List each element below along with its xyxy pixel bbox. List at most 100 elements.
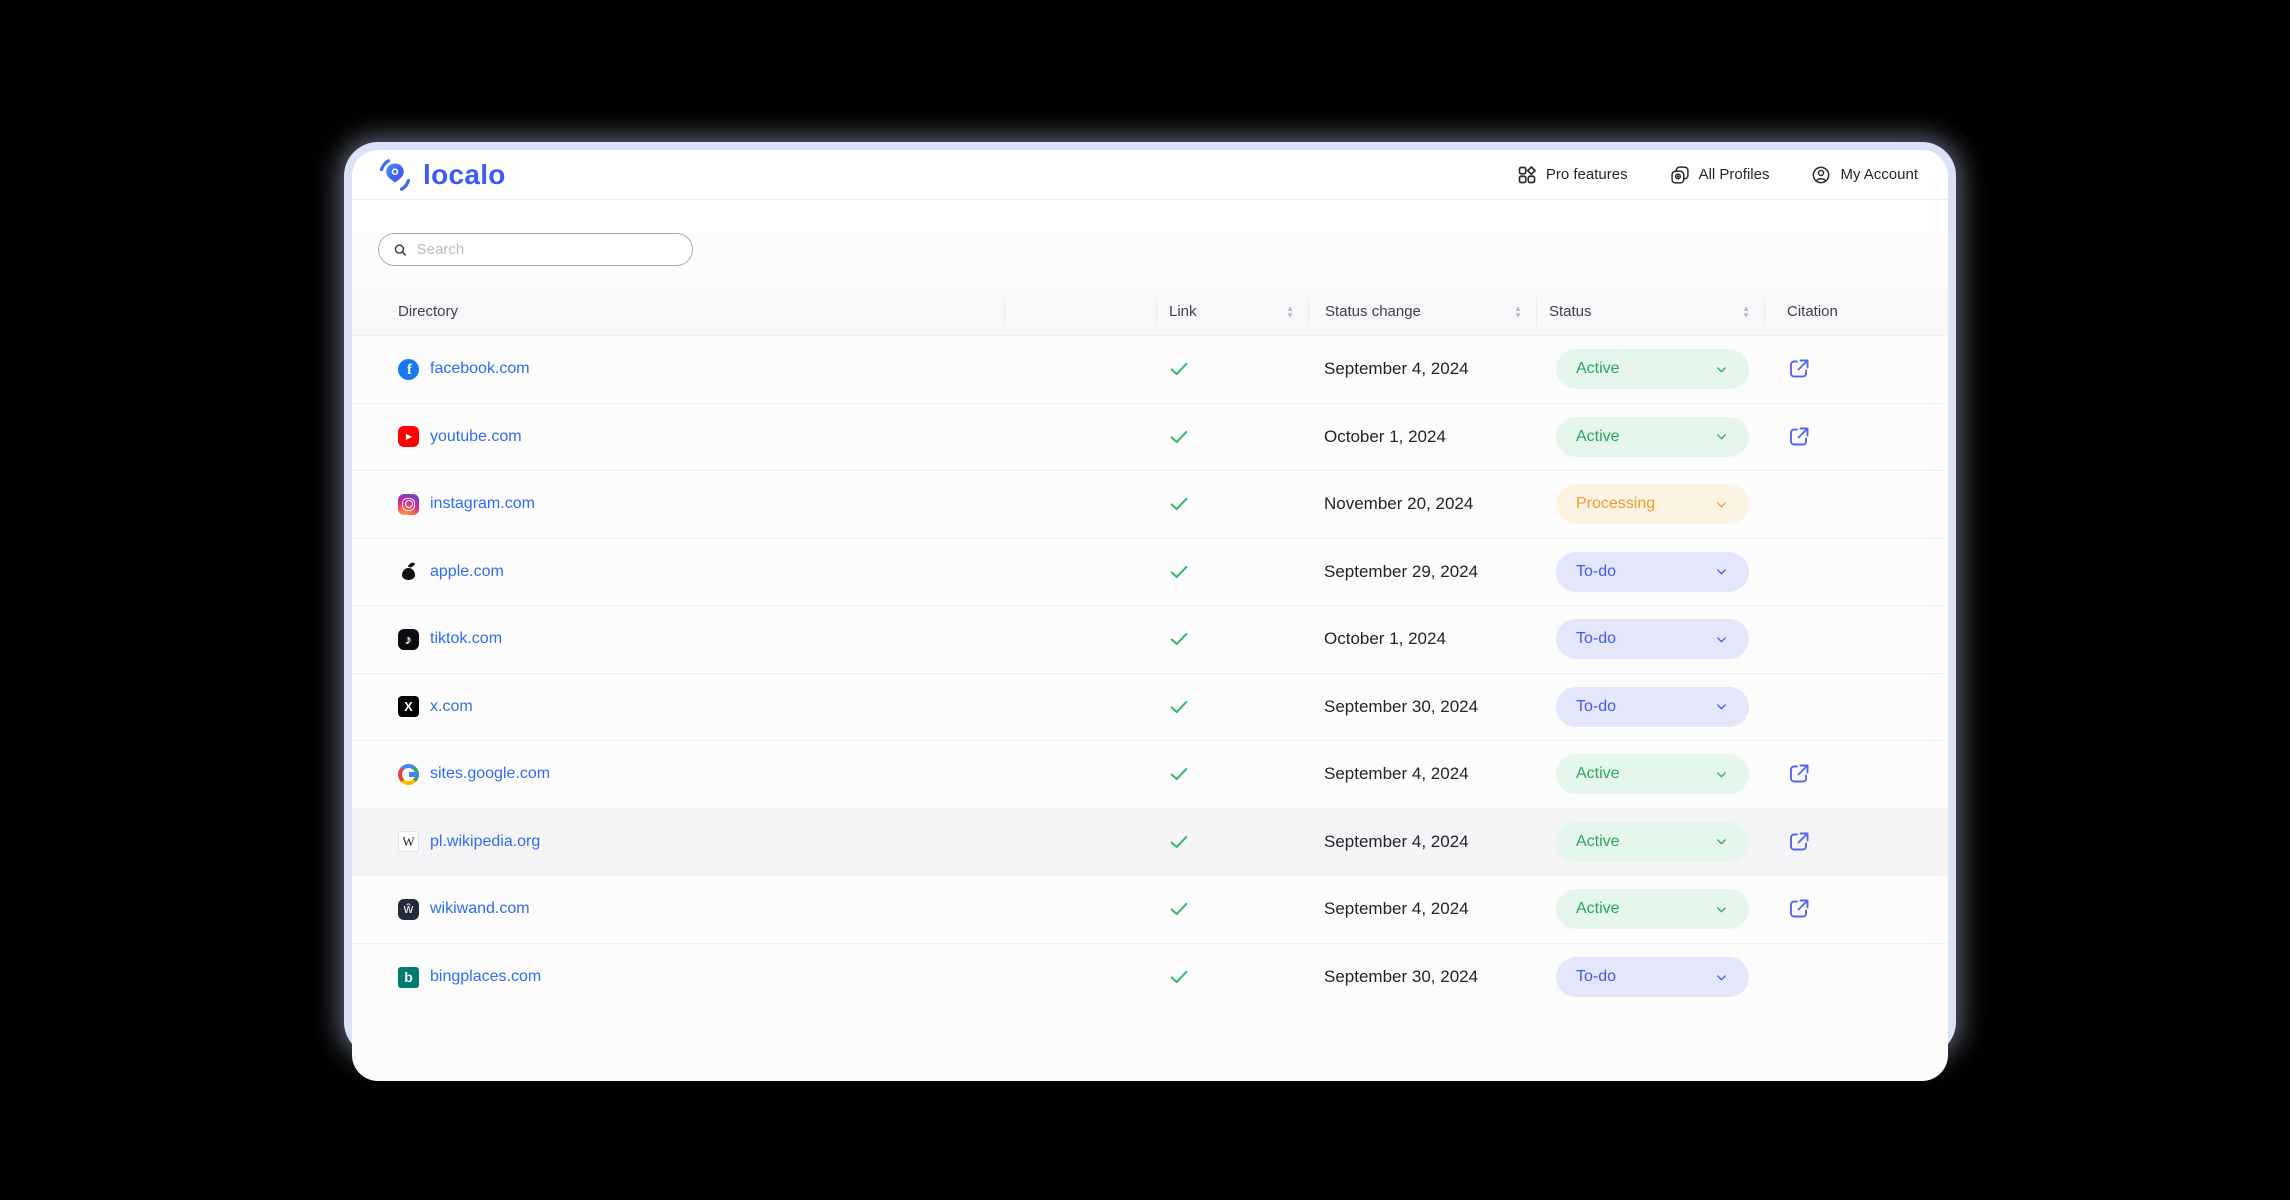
status-label: Active: [1576, 900, 1620, 918]
sort-arrows-icon[interactable]: ▲▼: [1742, 305, 1750, 319]
grid-icon: [1517, 165, 1537, 185]
status-label: Processing: [1576, 495, 1655, 513]
directory-link[interactable]: facebook.com: [430, 360, 530, 378]
status-label: Active: [1576, 360, 1620, 378]
localo-pin-icon: [376, 156, 414, 194]
table-row: instagram.com November 20, 2024 Processi…: [352, 471, 1948, 539]
facebook-icon: [398, 359, 419, 380]
x-icon: [398, 696, 419, 717]
column-status[interactable]: Status ▲▼: [1536, 298, 1764, 326]
status-dropdown[interactable]: To-do: [1556, 552, 1749, 592]
wikiwand-icon: [398, 899, 419, 920]
search-box[interactable]: [378, 233, 693, 266]
profiles-pin-icon: [1670, 165, 1690, 185]
brand-name: localo: [423, 159, 506, 191]
directory-link[interactable]: wikiwand.com: [430, 900, 530, 918]
top-bar: localo Pro features All Prof: [352, 150, 1948, 200]
nav-my-account[interactable]: My Account: [1811, 165, 1918, 185]
status-dropdown[interactable]: To-do: [1556, 687, 1749, 727]
nav-all-profiles[interactable]: All Profiles: [1670, 165, 1770, 185]
column-spacer: [1004, 298, 1156, 326]
top-nav: Pro features All Profiles My Account: [1517, 165, 1918, 185]
table-row: sites.google.com September 4, 2024 Activ…: [352, 741, 1948, 809]
citation-link-button[interactable]: [1786, 761, 1812, 787]
status-change-date: October 1, 2024: [1324, 629, 1446, 649]
chevron-down-icon: [1714, 497, 1729, 512]
table-row: facebook.com September 4, 2024 Active: [352, 336, 1948, 404]
check-icon: [1168, 358, 1190, 380]
directory-link[interactable]: youtube.com: [430, 428, 522, 446]
status-label: To-do: [1576, 630, 1616, 648]
nav-label: All Profiles: [1699, 166, 1770, 183]
status-label: Active: [1576, 428, 1620, 446]
check-icon: [1168, 763, 1190, 785]
table-body: facebook.com September 4, 2024 Active: [352, 336, 1948, 1011]
table-row: apple.com September 29, 2024 To-do: [352, 539, 1948, 607]
status-dropdown[interactable]: Processing: [1556, 484, 1749, 524]
status-dropdown[interactable]: To-do: [1556, 957, 1749, 997]
directory-link[interactable]: instagram.com: [430, 495, 535, 513]
sort-arrows-icon[interactable]: ▲▼: [1514, 305, 1522, 319]
status-change-date: September 4, 2024: [1324, 899, 1469, 919]
tiktok-icon: [398, 629, 419, 650]
directory-link[interactable]: tiktok.com: [430, 630, 502, 648]
table-header: Directory Link ▲▼ Status change ▲▼ Statu…: [352, 288, 1948, 336]
status-change-date: September 30, 2024: [1324, 697, 1478, 717]
check-icon: [1168, 966, 1190, 988]
external-link-icon: [1787, 762, 1811, 786]
chevron-down-icon: [1714, 362, 1729, 377]
youtube-icon: [398, 426, 419, 447]
directories-table: Directory Link ▲▼ Status change ▲▼ Statu…: [352, 288, 1948, 1011]
status-label: To-do: [1576, 698, 1616, 716]
status-dropdown[interactable]: Active: [1556, 754, 1749, 794]
citation-link-button[interactable]: [1786, 356, 1812, 382]
status-change-date: September 4, 2024: [1324, 764, 1469, 784]
check-icon: [1168, 628, 1190, 650]
check-icon: [1168, 493, 1190, 515]
citation-link-button[interactable]: [1786, 896, 1812, 922]
table-row: x.com September 30, 2024 To-do: [352, 674, 1948, 742]
status-dropdown[interactable]: Active: [1556, 889, 1749, 929]
directory-link[interactable]: sites.google.com: [430, 765, 550, 783]
chevron-down-icon: [1714, 429, 1729, 444]
status-change-date: September 29, 2024: [1324, 562, 1478, 582]
status-dropdown[interactable]: Active: [1556, 417, 1749, 457]
check-icon: [1168, 898, 1190, 920]
directory-link[interactable]: bingplaces.com: [430, 968, 541, 986]
table-row: bingplaces.com September 30, 2024 To-do: [352, 944, 1948, 1012]
table-row: youtube.com October 1, 2024 Active: [352, 404, 1948, 472]
sort-arrows-icon[interactable]: ▲▼: [1286, 305, 1294, 319]
citation-link-button[interactable]: [1786, 424, 1812, 450]
nav-pro-features[interactable]: Pro features: [1517, 165, 1628, 185]
citation-link-button[interactable]: [1786, 829, 1812, 855]
status-dropdown[interactable]: To-do: [1556, 619, 1749, 659]
search-input[interactable]: [417, 241, 678, 258]
table-row: tiktok.com October 1, 2024 To-do: [352, 606, 1948, 674]
status-dropdown[interactable]: Active: [1556, 822, 1749, 862]
check-icon: [1168, 426, 1190, 448]
column-citation: Citation: [1787, 303, 1838, 320]
directory-link[interactable]: x.com: [430, 698, 473, 716]
status-change-date: September 4, 2024: [1324, 359, 1469, 379]
status-label: To-do: [1576, 563, 1616, 581]
nav-label: My Account: [1840, 166, 1918, 183]
status-change-date: September 4, 2024: [1324, 832, 1469, 852]
apple-icon: [398, 561, 419, 582]
status-label: Active: [1576, 833, 1620, 851]
status-dropdown[interactable]: Active: [1556, 349, 1749, 389]
wikipedia-icon: [398, 831, 419, 852]
column-link[interactable]: Link ▲▼: [1156, 298, 1308, 326]
directory-link[interactable]: pl.wikipedia.org: [430, 833, 540, 851]
status-label: To-do: [1576, 968, 1616, 986]
search-icon: [393, 242, 408, 258]
external-link-icon: [1787, 357, 1811, 381]
localo-logo[interactable]: localo: [376, 156, 506, 194]
column-status-change[interactable]: Status change ▲▼: [1308, 298, 1536, 326]
chevron-down-icon: [1714, 564, 1729, 579]
chevron-down-icon: [1714, 767, 1729, 782]
chevron-down-icon: [1714, 902, 1729, 917]
directory-link[interactable]: apple.com: [430, 563, 504, 581]
check-icon: [1168, 696, 1190, 718]
external-link-icon: [1787, 830, 1811, 854]
google-icon: [398, 764, 419, 785]
